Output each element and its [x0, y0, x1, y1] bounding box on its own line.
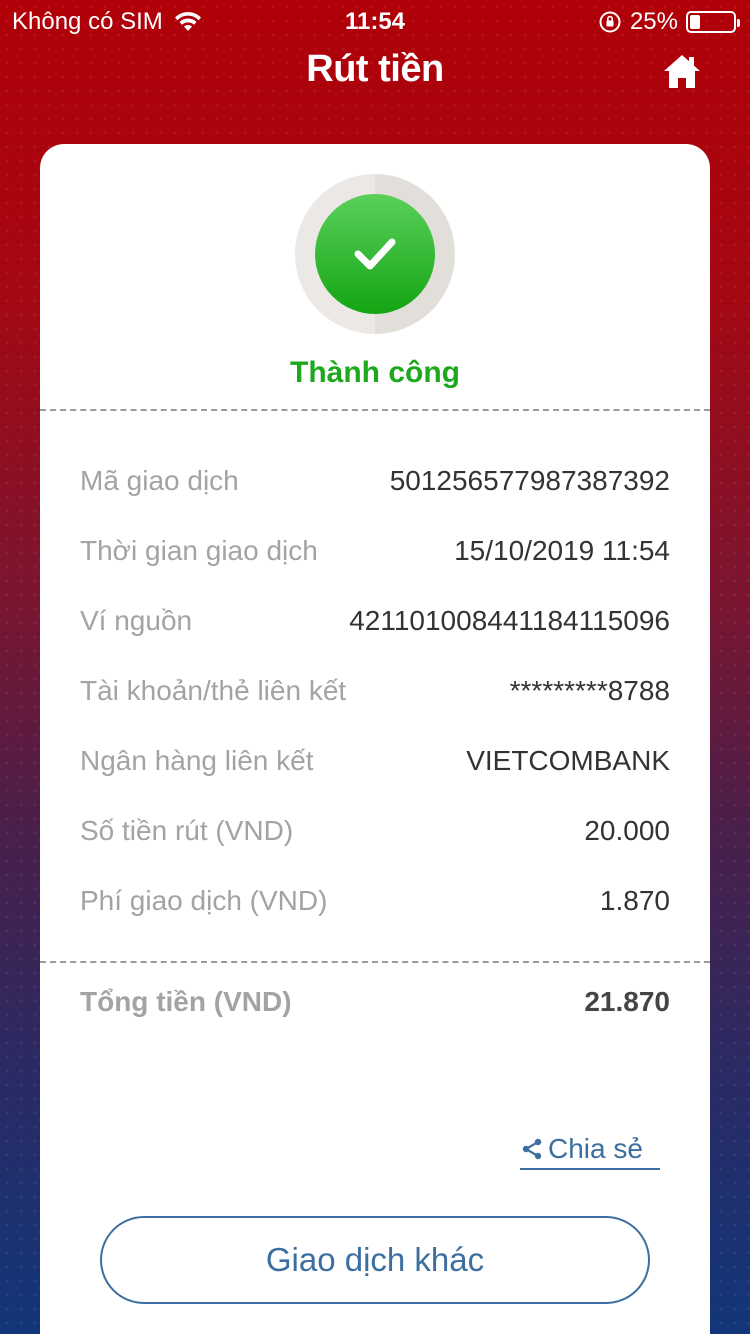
detail-value: 20.000 — [584, 815, 670, 846]
share-icon — [522, 1138, 542, 1160]
detail-label: Ngân hàng liên kết — [80, 745, 314, 776]
divider — [40, 409, 710, 411]
detail-label: Tài khoản/thẻ liên kết — [80, 675, 347, 706]
detail-row-linked-bank: Ngân hàng liên kết VIETCOMBANK — [80, 741, 670, 781]
share-link[interactable]: Chia sẻ — [520, 1133, 660, 1170]
success-circle — [315, 194, 435, 314]
divider — [40, 961, 710, 963]
detail-value: 1.870 — [599, 885, 670, 916]
battery-fill — [690, 15, 700, 29]
status-right: 25% — [598, 8, 740, 36]
total-row: Tổng tiền (VND) 21.870 — [80, 982, 670, 1022]
battery-icon — [686, 11, 740, 33]
detail-row-fee: Phí giao dịch (VND) 1.870 — [80, 881, 670, 921]
detail-value: VIETCOMBANK — [466, 745, 670, 776]
check-icon — [354, 238, 396, 270]
detail-row-time: Thời gian giao dịch 15/10/2019 11:54 — [80, 531, 670, 571]
receipt-card: Thành công Mã giao dịch 5012565779873873… — [40, 144, 710, 1334]
total-label: Tổng tiền (VND) — [80, 986, 292, 1017]
orientation-lock-icon — [599, 11, 621, 33]
share-label: Chia sẻ — [548, 1133, 643, 1164]
battery-percent: 25% — [629, 8, 678, 35]
detail-label: Ví nguồn — [80, 605, 193, 636]
home-icon — [664, 55, 700, 88]
detail-label: Thời gian giao dịch — [80, 535, 318, 566]
detail-label: Phí giao dịch (VND) — [80, 885, 328, 916]
detail-label: Số tiền rút (VND) — [80, 815, 294, 846]
detail-value: 501256577987387392 — [389, 465, 670, 496]
detail-row-linked-account: Tài khoản/thẻ liên kết *********8788 — [80, 671, 670, 711]
success-badge — [295, 174, 455, 334]
detail-row-transaction-id: Mã giao dịch 501256577987387392 — [80, 461, 670, 501]
detail-value: 421101008441184115096 — [349, 605, 670, 636]
page-title: Rút tiền — [306, 48, 444, 90]
other-transaction-button[interactable]: Giao dịch khác — [100, 1216, 650, 1304]
home-button[interactable] — [662, 52, 702, 92]
total-value: 21.870 — [584, 986, 670, 1017]
detail-row-source-wallet: Ví nguồn 421101008441184115096 — [80, 601, 670, 641]
status-text: Thành công — [290, 356, 460, 389]
detail-value: 15/10/2019 11:54 — [454, 535, 670, 566]
detail-value: *********8788 — [509, 675, 670, 706]
status-bar: Không có SIM 11:54 25% — [0, 0, 750, 40]
detail-row-amount: Số tiền rút (VND) 20.000 — [80, 811, 670, 851]
detail-label: Mã giao dịch — [80, 465, 239, 496]
